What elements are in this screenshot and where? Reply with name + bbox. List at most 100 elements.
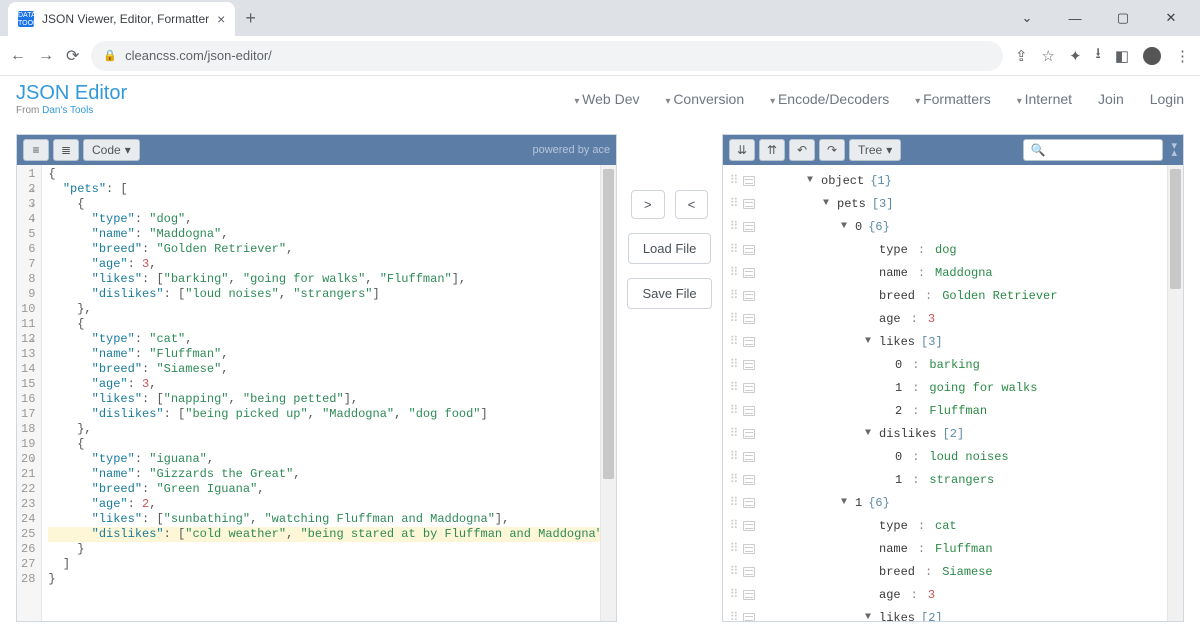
tree-value[interactable]: Maddogna	[935, 266, 993, 280]
nav-formatters[interactable]: Formatters	[915, 91, 991, 107]
nav-internet[interactable]: Internet	[1017, 91, 1072, 107]
tree-row[interactable]: ⠿▼pets [3]	[727, 192, 1183, 215]
tree-row[interactable]: ⠿type:dog	[727, 238, 1183, 261]
tree-value[interactable]: cat	[935, 519, 957, 533]
mode-selector-code[interactable]: Code▾	[83, 139, 140, 161]
code-line[interactable]: "dislikes": ["cold weather", "being star…	[48, 527, 610, 542]
code-line[interactable]: "likes": ["sunbathing", "watching Fluffm…	[48, 512, 616, 527]
tree-key[interactable]: 1	[895, 381, 902, 395]
drag-handle-icon[interactable]: ⠿	[729, 495, 737, 510]
tree-key[interactable]: 0	[895, 450, 902, 464]
tree-key[interactable]: likes	[879, 611, 915, 622]
tree-key[interactable]: name	[879, 266, 908, 280]
code-scrollbar[interactable]	[600, 165, 616, 621]
tree-row[interactable]: ⠿age:3	[727, 583, 1183, 606]
node-menu-icon[interactable]	[743, 475, 755, 485]
expand-toggle-icon[interactable]: ▼	[821, 198, 831, 209]
tree-row[interactable]: ⠿name:Fluffman	[727, 537, 1183, 560]
save-file-button[interactable]: Save File	[627, 278, 711, 309]
tree-value[interactable]: strangers	[929, 473, 994, 487]
tree-row[interactable]: ⠿type:cat	[727, 514, 1183, 537]
back-button[interactable]: ←	[10, 47, 26, 65]
brand-sub-link[interactable]: Dan's Tools	[42, 105, 93, 116]
square-icon[interactable]: ◧	[1115, 47, 1129, 65]
expand-toggle-icon[interactable]: ▼	[839, 221, 849, 232]
code-line[interactable]: "type": "iguana",	[48, 452, 616, 467]
tree-key[interactable]: name	[879, 542, 908, 556]
format-button[interactable]: ≡	[23, 139, 49, 161]
address-bar[interactable]: 🔒 cleancss.com/json-editor/	[91, 41, 1003, 71]
node-menu-icon[interactable]	[743, 383, 755, 393]
tree-row[interactable]: ⠿name:Maddogna	[727, 261, 1183, 284]
tree-key[interactable]: 1	[895, 473, 902, 487]
kebab-menu-icon[interactable]: ⋮	[1175, 47, 1190, 65]
node-menu-icon[interactable]	[743, 498, 755, 508]
tree-value[interactable]: dog	[935, 243, 957, 257]
code-line[interactable]: "dislikes": ["loud noises", "strangers"]	[48, 287, 616, 302]
tree-key[interactable]: 2	[895, 404, 902, 418]
code-line[interactable]: "name": "Fluffman",	[48, 347, 616, 362]
nav-join[interactable]: Join	[1098, 91, 1124, 107]
node-menu-icon[interactable]	[743, 590, 755, 600]
code-line[interactable]: "type": "dog",	[48, 212, 616, 227]
nav-conversion[interactable]: Conversion	[666, 91, 745, 107]
drag-handle-icon[interactable]: ⠿	[729, 242, 737, 257]
drag-handle-icon[interactable]: ⠿	[729, 472, 737, 487]
tree-value[interactable]: Siamese	[942, 565, 992, 579]
code-line[interactable]: "age": 3,	[48, 377, 616, 392]
maximize-button[interactable]: ▢	[1108, 10, 1138, 26]
tree-key[interactable]: 1	[855, 496, 862, 510]
tree-value[interactable]: 3	[928, 312, 935, 326]
search-nav-icon[interactable]: ▾▴	[1171, 143, 1177, 157]
nav-encode[interactable]: Encode/Decoders	[770, 91, 889, 107]
bookmark-icon[interactable]: ☆	[1042, 47, 1055, 65]
expand-toggle-icon[interactable]: ▼	[863, 336, 873, 347]
node-menu-icon[interactable]	[743, 429, 755, 439]
tree-row[interactable]: ⠿▼likes [2]	[727, 606, 1183, 621]
tree-row[interactable]: ⠿2:Fluffman	[727, 399, 1183, 422]
node-menu-icon[interactable]	[743, 406, 755, 416]
node-menu-icon[interactable]	[743, 337, 755, 347]
node-menu-icon[interactable]	[743, 567, 755, 577]
code-line[interactable]: ]	[48, 557, 616, 572]
node-menu-icon[interactable]	[743, 245, 755, 255]
tree-key[interactable]: dislikes	[879, 427, 937, 441]
tree-key[interactable]: breed	[879, 565, 915, 579]
copy-left-button[interactable]: <	[675, 190, 709, 219]
reload-button[interactable]: ⟳	[66, 46, 79, 66]
tree-value[interactable]: 3	[928, 588, 935, 602]
tree-search-input[interactable]: 🔍	[1023, 139, 1163, 161]
tree-value[interactable]: Fluffman	[929, 404, 987, 418]
code-line[interactable]: {	[48, 317, 616, 332]
nav-login[interactable]: Login	[1150, 91, 1184, 107]
code-editor[interactable]: 1234567891011121314151617181920212223242…	[17, 165, 616, 621]
nav-webdev[interactable]: Web Dev	[574, 91, 639, 107]
code-line[interactable]: "breed": "Green Iguana",	[48, 482, 616, 497]
tree-row[interactable]: ⠿breed:Siamese	[727, 560, 1183, 583]
code-line[interactable]: "likes": ["napping", "being petted"],	[48, 392, 616, 407]
redo-button[interactable]: ↷	[819, 139, 845, 161]
chevron-down-icon[interactable]: ⌄	[1012, 10, 1042, 26]
code-line[interactable]: "age": 3,	[48, 257, 616, 272]
drag-handle-icon[interactable]: ⠿	[729, 587, 737, 602]
node-menu-icon[interactable]	[743, 613, 755, 622]
compact-button[interactable]: ≣	[53, 139, 79, 161]
code-line[interactable]: "breed": "Siamese",	[48, 362, 616, 377]
drag-handle-icon[interactable]: ⠿	[729, 541, 737, 556]
collapse-all-button[interactable]: ⇈	[759, 139, 785, 161]
expand-toggle-icon[interactable]: ▼	[839, 497, 849, 508]
drag-handle-icon[interactable]: ⠿	[729, 196, 737, 211]
node-menu-icon[interactable]	[743, 222, 755, 232]
expand-toggle-icon[interactable]: ▼	[863, 612, 873, 621]
drag-handle-icon[interactable]: ⠿	[729, 380, 737, 395]
code-line[interactable]: "age": 2,	[48, 497, 616, 512]
drag-handle-icon[interactable]: ⠿	[729, 564, 737, 579]
tree-key[interactable]: pets	[837, 197, 866, 211]
node-menu-icon[interactable]	[743, 544, 755, 554]
tree-value[interactable]: Golden Retriever	[942, 289, 1057, 303]
code-line[interactable]: "name": "Maddogna",	[48, 227, 616, 242]
load-file-button[interactable]: Load File	[628, 233, 711, 264]
node-menu-icon[interactable]	[743, 199, 755, 209]
drag-handle-icon[interactable]: ⠿	[729, 265, 737, 280]
tree-row[interactable]: ⠿0:barking	[727, 353, 1183, 376]
